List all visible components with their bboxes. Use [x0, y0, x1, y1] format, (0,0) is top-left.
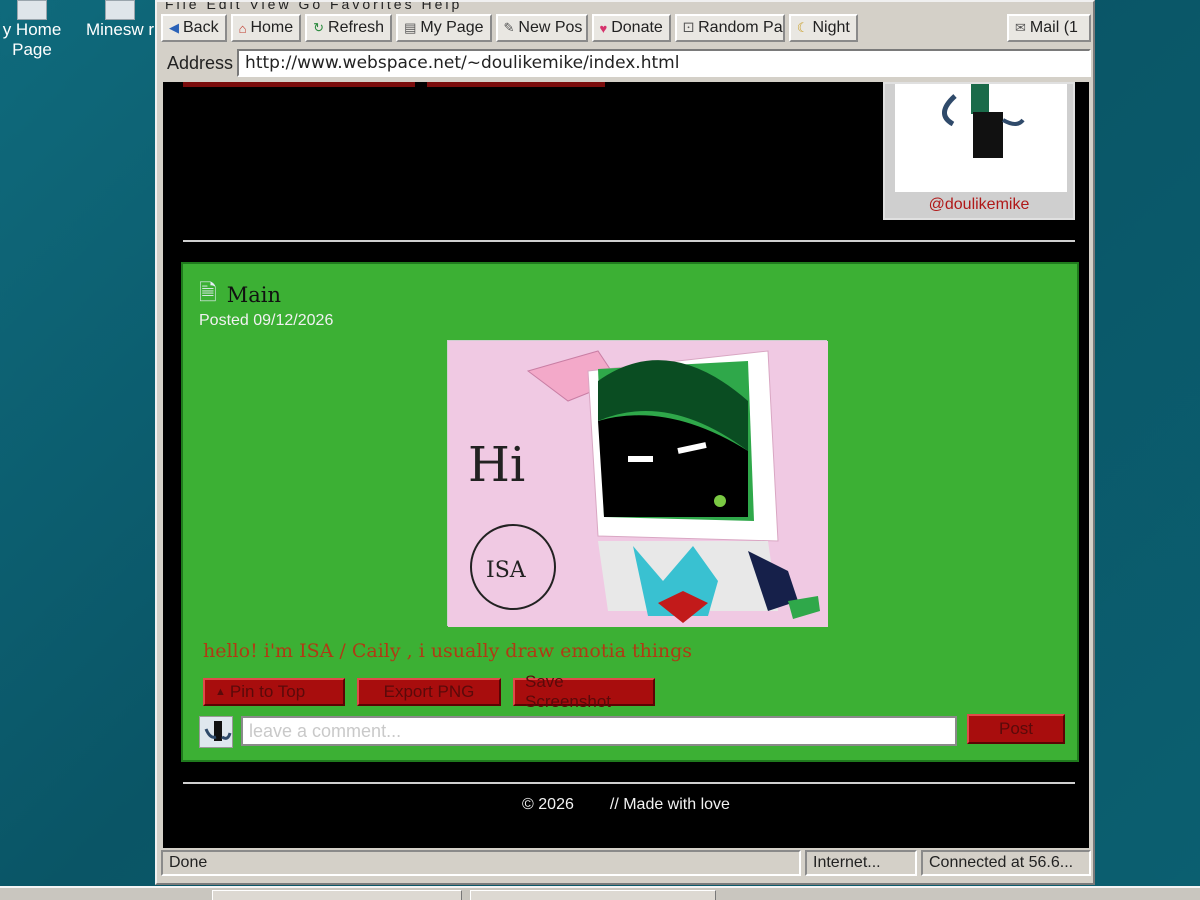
back-button[interactable]: ◀ Back — [161, 14, 227, 42]
night-mode-button[interactable]: ☾ Night — [788, 14, 858, 42]
browser-toolbar: ◀ Back ⌂ Home ↻ Refresh ▤ My Page ✎ New … — [161, 14, 1091, 44]
address-label: Address — [167, 52, 234, 73]
export-label: Export PNG — [383, 682, 475, 701]
heart-icon: ♥ — [599, 20, 608, 36]
profile-handle[interactable]: @doulikemike — [885, 196, 1073, 214]
home-button[interactable]: ⌂ Home — [230, 14, 302, 42]
mail-icon: ✉ — [1015, 20, 1026, 35]
back-label: Back — [183, 19, 219, 36]
address-bar: Address http://www.webspace.net/~doulike… — [161, 48, 1091, 78]
random-page-label: Random Pa — [698, 19, 783, 36]
mail-label: Mail (1 — [1029, 19, 1078, 36]
donate-button[interactable]: ♥ Donate — [591, 14, 671, 42]
home-label: Home — [250, 19, 294, 36]
profile-avatar — [895, 84, 1067, 192]
address-input[interactable]: http://www.webspace.net/~doulikemike/ind… — [237, 49, 1091, 77]
home-page-icon — [17, 0, 47, 20]
comment-input[interactable]: leave a comment... — [241, 716, 957, 746]
browser-window: File Edit View Go Favorites Help ◀ Back … — [155, 0, 1095, 885]
divider — [183, 240, 1075, 242]
night-label: Night — [812, 19, 850, 36]
desktop-icon-label: y Home Page — [2, 20, 62, 59]
new-post-button[interactable]: ✎ New Pos — [495, 14, 588, 42]
save-screenshot-label: Save Screenshot — [525, 672, 611, 711]
nav-bar-fragment — [427, 82, 605, 87]
artwork-isa-text: ISA — [486, 558, 527, 583]
new-post-label: New Pos — [518, 19, 583, 36]
taskbar-item[interactable] — [470, 890, 716, 900]
post-artwork: Hi ISA — [447, 340, 828, 627]
made-with-love-text: // Made with love — [609, 796, 730, 813]
post-title: Main — [226, 283, 281, 307]
page-viewport[interactable]: @doulikemike 🗎 Main Posted 09/12/2026 Hi… — [163, 82, 1089, 848]
copyright-text: © 2026 — [522, 796, 574, 813]
export-png-button[interactable]: Export PNG — [357, 678, 501, 706]
post-header: 🗎 Main — [199, 276, 281, 314]
my-page-label: My Page — [420, 19, 484, 36]
save-screenshot-button[interactable]: Save Screenshot — [513, 672, 655, 711]
divider — [183, 782, 1075, 784]
pin-icon: ▲ — [215, 686, 226, 698]
avatar-thumbnail — [204, 721, 232, 741]
page-icon: ▤ — [404, 20, 417, 35]
comment-row: leave a comment... Post — [199, 714, 1067, 750]
desktop-icon-minesweeper[interactable]: Minesw r — [80, 0, 160, 40]
my-page-button[interactable]: ▤ My Page — [396, 14, 492, 42]
connection-status: Connected at 56.6... — [921, 850, 1091, 876]
page-footer: © 2026 // Made with love — [163, 796, 1089, 814]
document-icon: 🗎 — [199, 280, 217, 305]
desktop-icon-my-home-page[interactable]: y Home Page — [0, 0, 72, 60]
status-bar: Done Internet... Connected at 56.6... — [161, 850, 1091, 880]
home-icon: ⌂ — [238, 20, 247, 36]
donate-label: Donate — [611, 19, 663, 36]
back-arrow-icon: ◀ — [169, 20, 179, 35]
refresh-icon: ↻ — [313, 20, 325, 35]
post-comment-button[interactable]: Post — [967, 714, 1065, 744]
refresh-button[interactable]: ↻ Refresh — [305, 14, 393, 42]
desktop-icon-label: Minesw r — [85, 20, 154, 39]
post-actions: ▲ Pin to Top Export PNG Save Screenshot — [203, 672, 655, 711]
edit-icon: ✎ — [503, 20, 515, 35]
moon-icon: ☾ — [796, 20, 809, 35]
minesweeper-icon — [105, 0, 135, 20]
dice-icon: ⚀ — [682, 20, 695, 35]
post-card: 🗎 Main Posted 09/12/2026 Hi ISA hello! i… — [181, 262, 1079, 762]
artwork-drawing: Hi ISA — [448, 341, 828, 627]
post-date: Posted 09/12/2026 — [199, 312, 334, 329]
taskbar-item[interactable] — [212, 890, 462, 900]
taskbar — [0, 886, 1200, 900]
commenter-avatar — [199, 716, 233, 748]
pin-to-top-button[interactable]: ▲ Pin to Top — [203, 678, 345, 706]
security-zone: Internet... — [805, 850, 917, 876]
nav-bar-fragment — [183, 82, 415, 87]
artwork-hi-text: Hi — [468, 437, 525, 493]
mail-button[interactable]: ✉ Mail (1 — [1007, 14, 1091, 42]
profile-card[interactable]: @doulikemike — [883, 82, 1075, 220]
post-body-text: hello! i'm ISA / Caily , i usually draw … — [203, 640, 693, 662]
random-page-button[interactable]: ⚀ Random Pa — [674, 14, 785, 42]
pin-label: Pin to Top — [229, 682, 306, 701]
status-text: Done — [161, 850, 801, 876]
menu-bar[interactable]: File Edit View Go Favorites Help — [157, 2, 1093, 12]
refresh-label: Refresh — [328, 19, 385, 36]
avatar-drawing — [942, 84, 1025, 158]
